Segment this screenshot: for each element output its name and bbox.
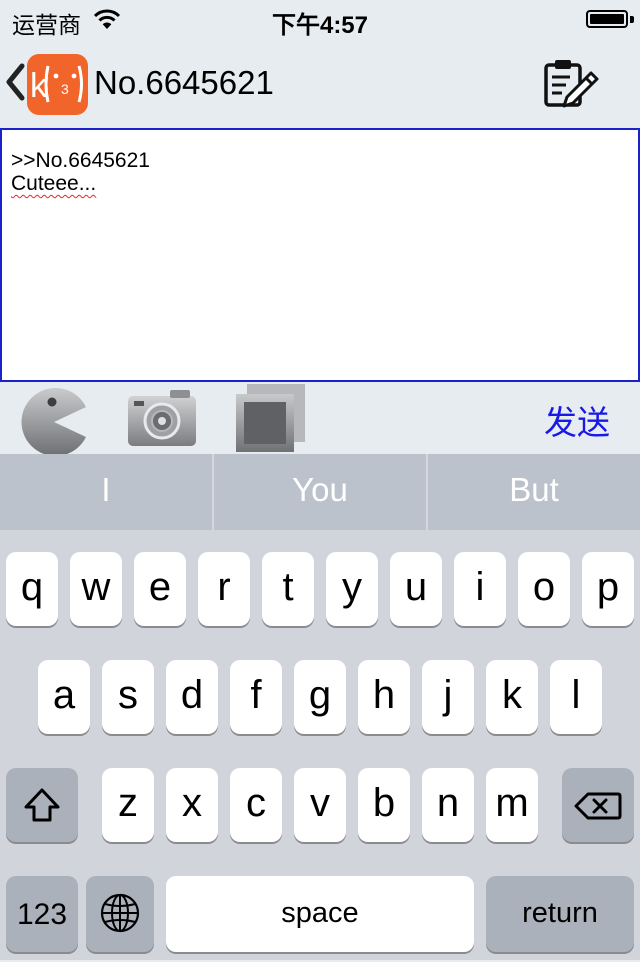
clipboard-pencil-icon[interactable] [540,56,600,112]
predictive-bar: I You But [0,454,640,530]
reply-toolbar: 发送 [0,382,640,457]
delete-icon [574,792,622,820]
key-s[interactable]: s [102,660,154,734]
send-button[interactable]: 发送 [520,396,640,444]
key-t[interactable]: t [262,552,314,626]
photo-gallery-icon[interactable] [233,382,307,454]
suggestion-2[interactable]: You [212,454,426,530]
key-j[interactable]: j [422,660,474,734]
status-bar: 运营商 下午4:57 [0,0,640,40]
shift-key[interactable] [6,768,78,842]
key-w[interactable]: w [70,552,122,626]
globe-icon [100,893,140,933]
clock: 下午4:57 [271,12,369,39]
camera-icon[interactable] [126,388,198,448]
key-c[interactable]: c [230,768,282,842]
key-l[interactable]: l [550,660,602,734]
chevron-left-icon[interactable] [4,62,26,102]
key-y[interactable]: y [326,552,378,626]
delete-key[interactable] [562,768,634,842]
key-d[interactable]: d [166,660,218,734]
suggestion-1[interactable]: I [0,454,212,530]
key-o[interactable]: o [518,552,570,626]
key-m[interactable]: m [486,768,538,842]
app-logo[interactable]: k 3 [27,54,88,115]
space-key[interactable]: space [166,876,474,952]
reply-textarea[interactable]: >>No.6645621 Cuteee... [0,128,640,382]
key-x[interactable]: x [166,768,218,842]
reply-quote-line: >>No.6645621 [11,149,150,172]
reply-body-line: Cuteee... [11,172,97,195]
key-e[interactable]: e [134,552,186,626]
nav-bar: k 3 No.6645621 [0,40,640,128]
svg-text:3: 3 [61,81,69,97]
kaomoji-logo-icon: k 3 [30,65,83,105]
key-a[interactable]: a [38,660,90,734]
thread-title: No.6645621 [94,64,274,101]
key-i[interactable]: i [454,552,506,626]
key-h[interactable]: h [358,660,410,734]
key-v[interactable]: v [294,768,346,842]
keyboard: I You But q w e r t y u i o p a s d f g … [0,454,640,960]
key-k[interactable]: k [486,660,538,734]
shift-icon [24,788,60,822]
numbers-key[interactable]: 123 [6,876,78,952]
return-key[interactable]: return [486,876,634,952]
battery-nub [630,16,634,23]
key-q[interactable]: q [6,552,58,626]
key-g[interactable]: g [294,660,346,734]
key-b[interactable]: b [358,768,410,842]
key-r[interactable]: r [198,552,250,626]
key-f[interactable]: f [230,660,282,734]
battery-icon [586,10,628,28]
pacman-icon[interactable] [18,387,90,457]
key-n[interactable]: n [422,768,474,842]
key-u[interactable]: u [390,552,442,626]
suggestion-3[interactable]: But [426,454,640,530]
globe-key[interactable] [86,876,154,952]
key-p[interactable]: p [582,552,634,626]
key-z[interactable]: z [102,768,154,842]
